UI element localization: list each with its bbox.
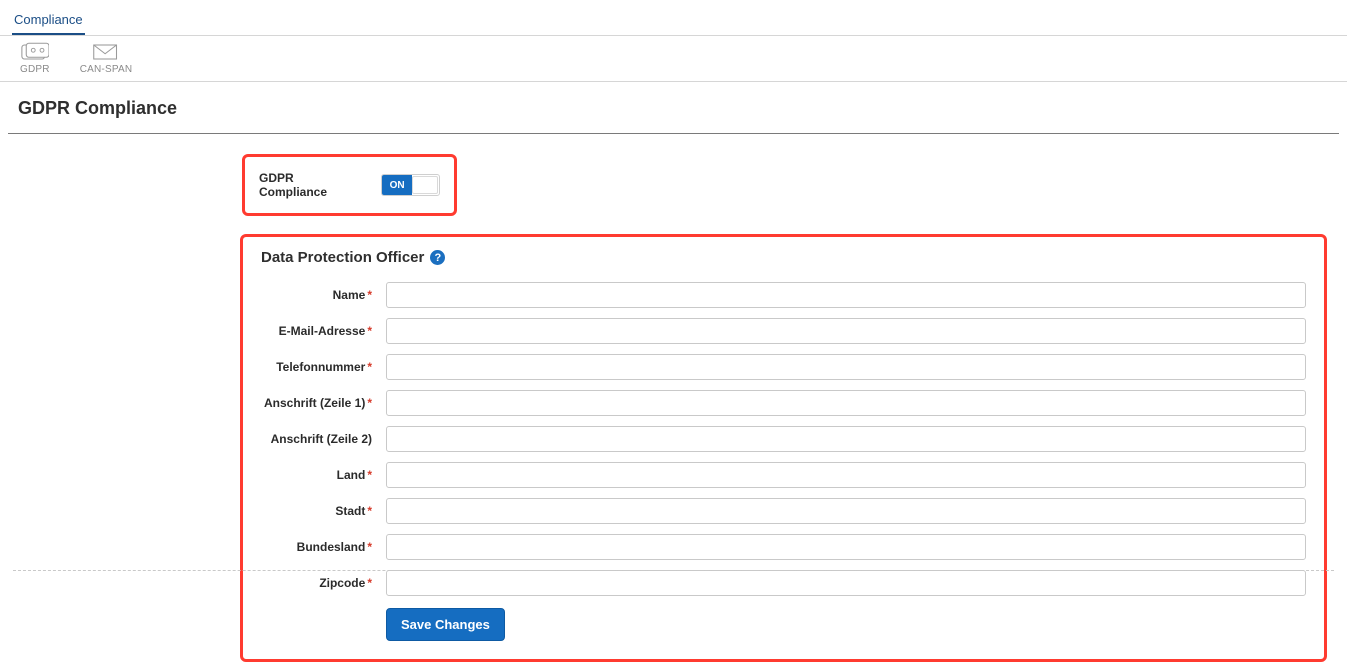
mail-icon	[92, 42, 120, 62]
label-zip: Zipcode	[319, 576, 365, 590]
label-email: E-Mail-Adresse	[279, 324, 366, 338]
required-marker: *	[367, 288, 372, 302]
subtab-gdpr-label: GDPR	[20, 64, 50, 75]
label-city: Stadt	[335, 504, 365, 518]
input-name[interactable]	[386, 282, 1306, 308]
label-name: Name	[333, 288, 366, 302]
help-icon[interactable]: ?	[430, 250, 445, 265]
tab-compliance[interactable]: Compliance	[12, 8, 85, 35]
divider	[13, 570, 1334, 571]
gdpr-toggle-on-text: ON	[382, 175, 412, 195]
label-phone: Telefonnummer	[276, 360, 365, 374]
required-marker: *	[367, 396, 372, 410]
gdpr-toggle-switch[interactable]: ON	[381, 174, 440, 196]
gdpr-toggle-knob	[412, 176, 438, 194]
required-marker: *	[367, 360, 372, 374]
input-zip[interactable]	[386, 570, 1306, 596]
required-marker: *	[367, 576, 372, 590]
page-title: GDPR Compliance	[8, 82, 1339, 134]
input-country[interactable]	[386, 462, 1306, 488]
input-city[interactable]	[386, 498, 1306, 524]
label-addr1: Anschrift (Zeile 1)	[264, 396, 365, 410]
required-marker: *	[367, 468, 372, 482]
gdpr-icon	[21, 42, 49, 62]
save-button[interactable]: Save Changes	[386, 608, 505, 641]
input-addr2[interactable]	[386, 426, 1306, 452]
gdpr-toggle-label: GDPR Compliance	[259, 171, 363, 199]
label-country: Land	[337, 468, 366, 482]
required-marker: *	[367, 504, 372, 518]
subtab-canspan-label: CAN-SPAN	[80, 64, 133, 75]
label-addr2: Anschrift (Zeile 2)	[271, 432, 372, 446]
input-phone[interactable]	[386, 354, 1306, 380]
input-state[interactable]	[386, 534, 1306, 560]
label-state: Bundesland	[297, 540, 366, 554]
required-marker: *	[367, 324, 372, 338]
required-marker: *	[367, 540, 372, 554]
input-email[interactable]	[386, 318, 1306, 344]
subtab-canspan[interactable]: CAN-SPAN	[80, 42, 133, 75]
gdpr-toggle-box: GDPR Compliance ON	[242, 154, 457, 216]
dpo-form-box: Data Protection Officer ? Name* E-Mail-A…	[240, 234, 1327, 662]
input-addr1[interactable]	[386, 390, 1306, 416]
subtab-gdpr[interactable]: GDPR	[20, 42, 50, 75]
section-title: Data Protection Officer	[261, 249, 424, 266]
